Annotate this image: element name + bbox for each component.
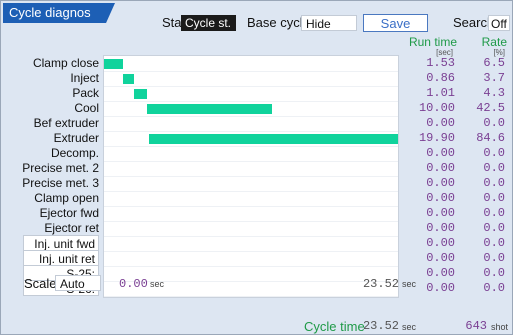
row-label: Clamp open <box>34 191 99 205</box>
rate-value: 0.0 <box>483 191 505 205</box>
gantt-bar <box>146 104 272 114</box>
row-label: Inject <box>70 71 99 85</box>
cycle-time-value: 23.52 <box>362 319 399 333</box>
row-grid-line <box>104 146 398 147</box>
rate-value: 84.6 <box>476 131 505 145</box>
row-label: Bef extruder <box>33 116 99 130</box>
row-label: Extruder <box>53 131 99 145</box>
run-time-value: 10.00 <box>418 101 455 115</box>
run-time-value: 0.00 <box>426 206 455 220</box>
cycle-time-unit: sec <box>402 322 417 332</box>
base-cycle-dropdown[interactable]: Hide <box>301 15 357 31</box>
rate-value: 42.5 <box>476 101 505 115</box>
row-label[interactable]: Inj. unit fwd <box>23 235 99 251</box>
gantt-bar <box>133 89 147 99</box>
scale-dropdown[interactable]: Auto <box>55 275 101 291</box>
rate-value: 0.0 <box>483 206 505 220</box>
rate-value: 0.0 <box>483 221 505 235</box>
row-label: Ejector fwd <box>39 206 99 220</box>
row-grid-line <box>104 221 398 222</box>
row-label: Decomp. <box>50 146 99 160</box>
cycle-diagnosis-window: Cycle diagnos Start Cycle st. Base cycle… <box>0 0 513 335</box>
shot-count-unit: shot <box>491 322 509 332</box>
window-title: Cycle diagnos <box>3 3 115 23</box>
shot-count-value: 643 <box>465 319 487 333</box>
axis-max-unit: sec <box>402 279 417 289</box>
start-dropdown[interactable]: Cycle st. <box>181 15 236 31</box>
run-time-header: Run time <box>408 35 457 49</box>
rate-value: 3.7 <box>483 71 505 85</box>
scale-label: Scale <box>24 276 57 291</box>
axis-max-value: 23.52 <box>362 277 399 291</box>
run-time-value: 1.53 <box>426 56 455 70</box>
save-button[interactable]: Save <box>363 14 428 32</box>
gantt-bar <box>104 59 124 69</box>
axis-min-value: 0.00 <box>119 277 148 291</box>
rate-value: 0.0 <box>483 266 505 280</box>
rate-value: 0.0 <box>483 161 505 175</box>
rate-value: 6.5 <box>483 56 505 70</box>
run-time-value: 1.01 <box>426 86 455 100</box>
run-time-value: 0.00 <box>426 161 455 175</box>
run-time-value: 0.86 <box>426 71 455 85</box>
row-label[interactable]: Inj. unit ret <box>23 250 99 266</box>
row-grid-line <box>104 101 398 102</box>
row-grid-line <box>104 281 398 282</box>
run-time-value: 0.00 <box>426 236 455 250</box>
rate-value: 0.0 <box>483 116 505 130</box>
run-time-value: 0.00 <box>426 221 455 235</box>
cycle-time-label: Cycle time <box>304 319 365 334</box>
row-grid-line <box>104 176 398 177</box>
run-time-value: 0.00 <box>426 266 455 280</box>
row-label: Cool <box>74 101 99 115</box>
rate-value: 0.0 <box>483 281 505 295</box>
row-grid-line <box>104 161 398 162</box>
row-label: Precise met. 2 <box>22 161 99 175</box>
rate-value: 0.0 <box>483 236 505 250</box>
run-time-value: 0.00 <box>426 191 455 205</box>
search-toggle[interactable]: Off <box>488 15 510 31</box>
run-time-value: 0.00 <box>426 176 455 190</box>
run-time-value: 0.00 <box>426 116 455 130</box>
rate-value: 0.0 <box>483 251 505 265</box>
row-label: Ejector ret <box>44 221 99 235</box>
run-time-value: 0.00 <box>426 146 455 160</box>
gantt-bar <box>149 134 398 144</box>
row-grid-line <box>104 131 398 132</box>
row-label: Precise met. 3 <box>22 176 99 190</box>
row-grid-line <box>104 86 398 87</box>
row-grid-line <box>104 206 398 207</box>
row-grid-line <box>104 251 398 252</box>
row-grid-line <box>104 266 398 267</box>
row-label: Clamp close <box>32 56 99 70</box>
axis-min-unit: sec <box>150 279 165 289</box>
rate-value: 0.0 <box>483 176 505 190</box>
gantt-bar <box>123 74 134 84</box>
row-grid-line <box>104 296 398 297</box>
row-grid-line <box>104 236 398 237</box>
row-grid-line <box>104 116 398 117</box>
row-label: Pack <box>72 86 99 100</box>
row-grid-line <box>104 191 398 192</box>
run-time-value: 0.00 <box>426 281 455 295</box>
run-time-value: 19.90 <box>418 131 455 145</box>
rate-value: 4.3 <box>483 86 505 100</box>
rate-value: 0.0 <box>483 146 505 160</box>
row-grid-line <box>104 71 398 72</box>
run-time-value: 0.00 <box>426 251 455 265</box>
cycle-gantt-chart <box>103 55 399 298</box>
rate-header: Rate <box>481 35 507 49</box>
